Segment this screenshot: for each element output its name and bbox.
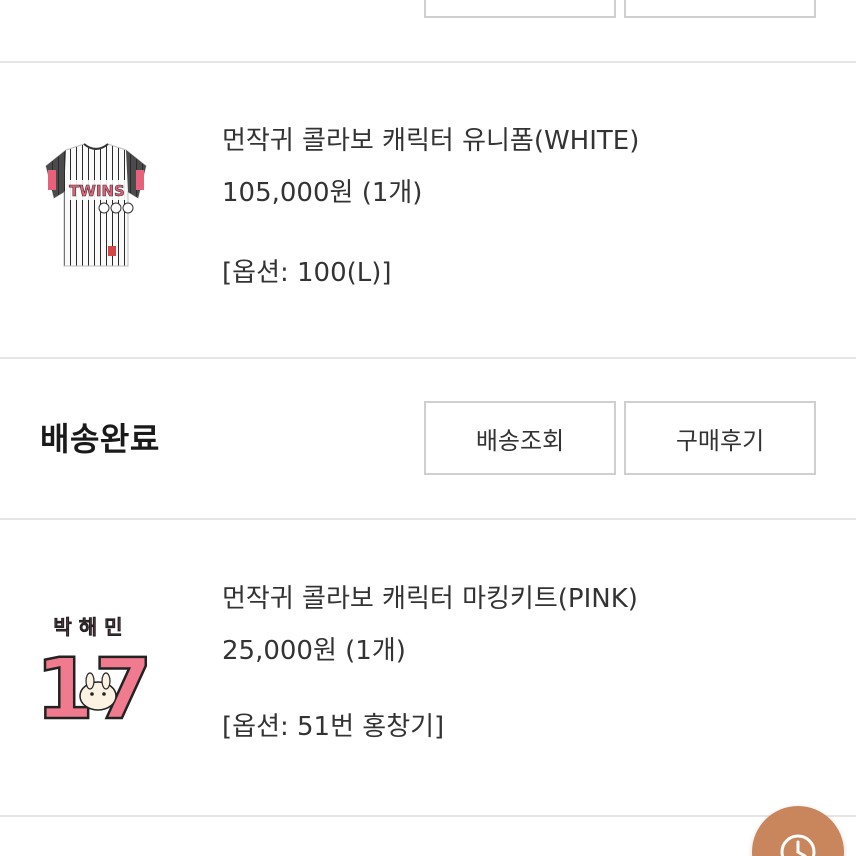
write-review-button-top[interactable] bbox=[624, 0, 816, 18]
divider bbox=[0, 357, 856, 359]
track-delivery-button[interactable]: 배송조회 bbox=[424, 401, 616, 475]
product-name[interactable]: 먼작귀 콜라보 캐릭터 유니폼(WHITE) bbox=[222, 120, 639, 157]
recent-view-fab[interactable] bbox=[752, 806, 844, 856]
divider bbox=[0, 815, 856, 817]
order-list-page: TWINS 먼작귀 콜라보 캐릭터 유니폼(WHITE) 105,000원 (1… bbox=[0, 0, 856, 856]
divider bbox=[0, 518, 856, 520]
write-review-button[interactable]: 구매후기 bbox=[624, 401, 816, 475]
order-status: 배송완료 bbox=[40, 420, 160, 458]
marking-kit-image: 박 해 민 17 bbox=[34, 615, 153, 740]
marking-player-name: 박 해 민 bbox=[53, 615, 122, 639]
product-price: 105,000원 (1개) bbox=[222, 178, 423, 208]
product-option: [옵션: 100(L)] bbox=[222, 258, 392, 288]
product-thumbnail-uniform[interactable]: TWINS bbox=[38, 136, 154, 276]
divider bbox=[0, 61, 856, 63]
product-name[interactable]: 먼작귀 콜라보 캐릭터 마킹키트(PINK) bbox=[222, 578, 638, 615]
product-price: 25,000원 (1개) bbox=[222, 636, 406, 666]
product-thumbnail-marking-kit[interactable]: 박 해 민 17 bbox=[34, 612, 160, 740]
jersey-image: TWINS bbox=[45, 143, 147, 267]
product-option: [옵션: 51번 홍창기] bbox=[222, 712, 445, 742]
track-delivery-button-top[interactable] bbox=[424, 0, 616, 18]
jersey-logo-text: TWINS bbox=[69, 182, 125, 200]
clock-icon bbox=[780, 834, 816, 856]
